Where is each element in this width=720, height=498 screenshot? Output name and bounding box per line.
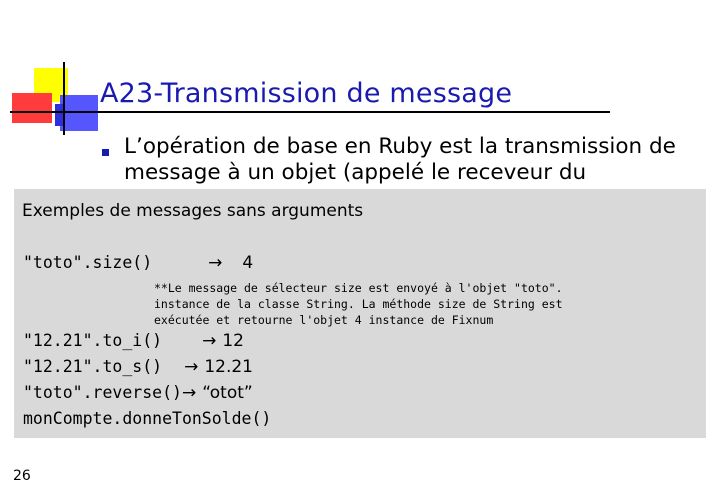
arrow-right-icon: → xyxy=(181,383,197,403)
code-result: 12 xyxy=(222,331,244,351)
code-expression: "toto".reverse() xyxy=(23,383,182,402)
code-expression: "12.21".to_i() xyxy=(23,331,163,350)
note-line-3: exécutée et retourne l'objet 4 instance … xyxy=(154,313,494,327)
examples-panel: Exemples de messages sans arguments "tot… xyxy=(14,189,706,438)
code-result: 12.21 xyxy=(204,357,253,377)
note-line-1: **Le message de sélecteur size est envoy… xyxy=(154,281,563,295)
code-line-to-i: "12.21".to_i() → 12 xyxy=(23,331,244,351)
arrow-right-icon: → xyxy=(184,357,199,377)
arrow-right-icon: → xyxy=(202,331,217,351)
code-line-donne-ton-solde: monCompte.donneTonSolde() xyxy=(23,409,271,428)
panel-heading: Exemples de messages sans arguments xyxy=(22,201,364,221)
code-expression: "12.21".to_s() xyxy=(23,357,163,376)
bullet-square-icon xyxy=(102,149,109,156)
code-line-reverse: "toto".reverse()→ “otot” xyxy=(23,383,253,403)
logo-vertical-line xyxy=(63,62,65,135)
title-underline xyxy=(10,111,610,113)
page-number: 26 xyxy=(13,468,31,484)
note-line-2: instance de la classe String. La méthode… xyxy=(154,297,563,311)
logo-blue-square xyxy=(60,95,98,131)
slide-title: A23-Transmission de message xyxy=(100,78,513,109)
code-expression: monCompte.donneTonSolde() xyxy=(23,409,272,428)
logo-red-square xyxy=(12,93,52,123)
code-result: “otot” xyxy=(202,383,253,403)
code-line-size: "toto".size() → 4 xyxy=(23,253,253,273)
bullet-text: L’opération de base en Ruby est la trans… xyxy=(124,134,676,185)
code-result: 4 xyxy=(242,253,254,273)
slide-logo xyxy=(0,0,110,140)
code-expression: "toto".size() xyxy=(23,253,153,272)
bullet-item: L’opération de base en Ruby est la trans… xyxy=(102,134,702,194)
code-line-to-s: "12.21".to_s() → 12.21 xyxy=(23,357,253,377)
arrow-right-icon: → xyxy=(208,253,223,273)
